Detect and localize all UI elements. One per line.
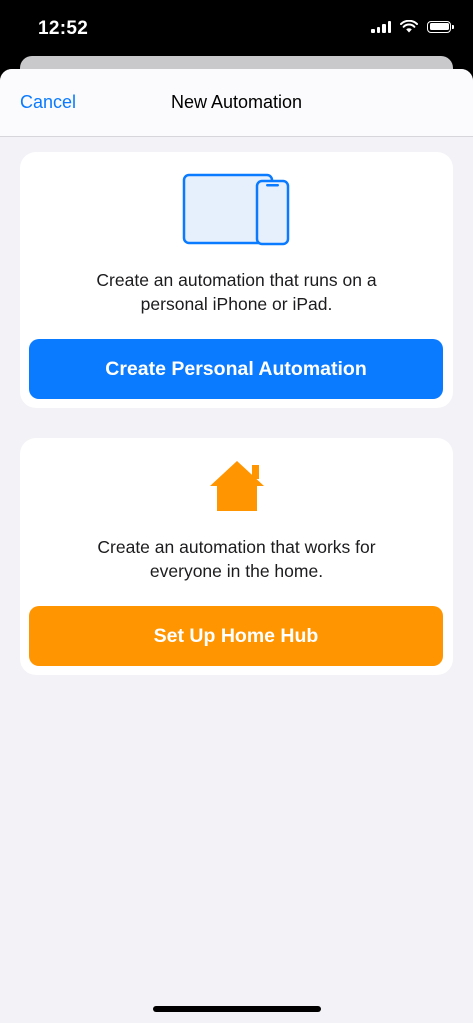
cellular-signal-icon	[371, 20, 391, 33]
status-time: 12:52	[38, 18, 89, 39]
battery-icon	[427, 20, 454, 33]
wifi-icon	[400, 20, 418, 33]
home-indicator[interactable]	[153, 1006, 321, 1012]
iphone-ipad-icon	[20, 172, 453, 248]
status-bar: 12:52	[0, 0, 473, 62]
status-icons	[371, 20, 454, 33]
page-title: New Automation	[170, 92, 303, 112]
home-automation-description: Create an automation that works for ever…	[40, 535, 433, 583]
new-automation-sheet: Cancel New Automation Create an automati…	[0, 69, 473, 1023]
home-automation-card: Create an automation that works for ever…	[20, 438, 453, 675]
description-line: everyone in the home.	[149, 561, 324, 581]
navigation-bar: Cancel New Automation	[0, 69, 473, 137]
create-personal-automation-button[interactable]: Create Personal Automation	[29, 339, 443, 399]
personal-automation-description: Create an automation that runs on a pers…	[40, 268, 433, 316]
house-icon	[20, 459, 453, 513]
description-line: Create an automation that works for	[97, 537, 376, 557]
set-up-home-hub-button[interactable]: Set Up Home Hub	[29, 606, 443, 666]
description-line: personal iPhone or iPad.	[140, 294, 333, 314]
description-line: Create an automation that runs on a	[96, 270, 377, 290]
personal-automation-card: Create an automation that runs on a pers…	[20, 152, 453, 408]
